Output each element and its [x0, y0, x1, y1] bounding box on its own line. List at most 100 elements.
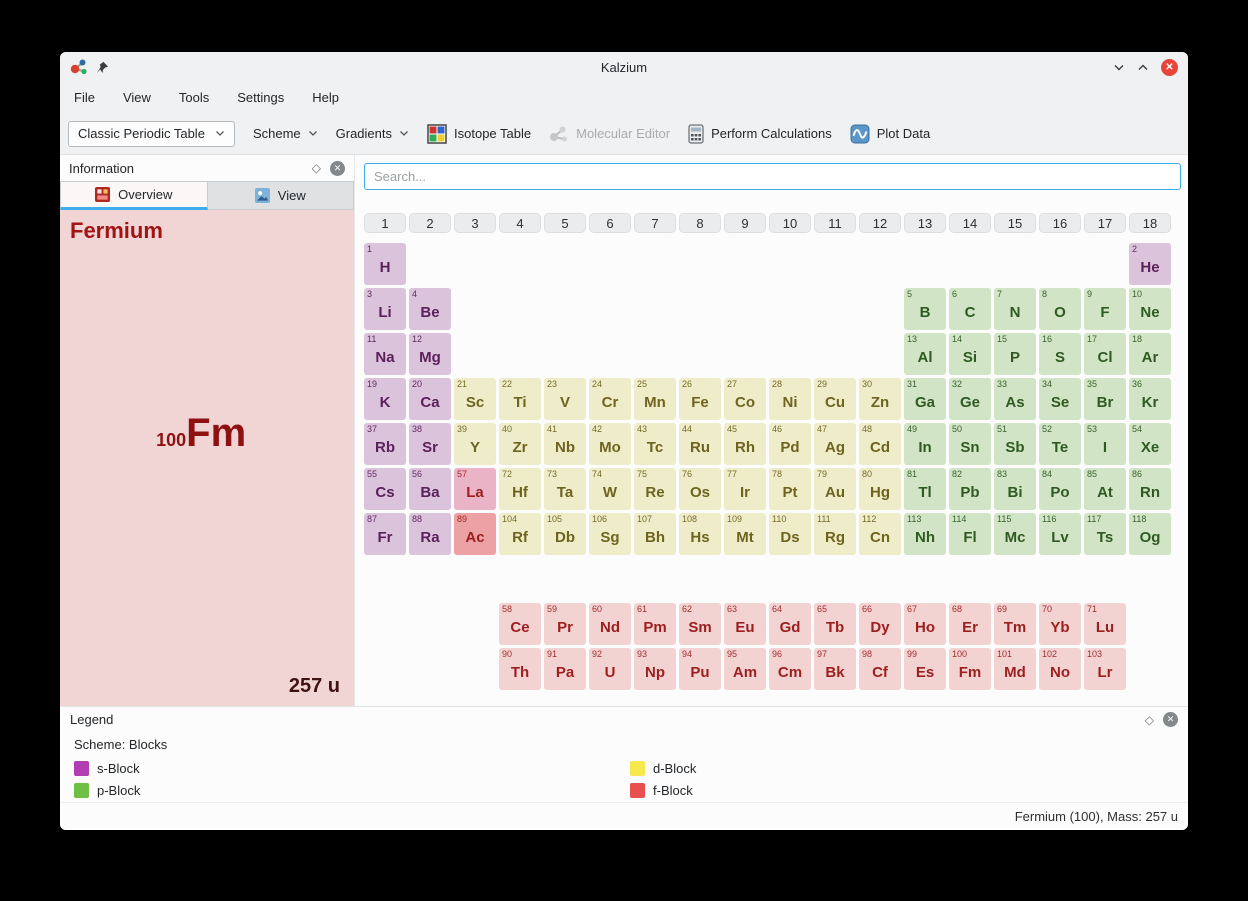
element-No[interactable]: 102No	[1039, 648, 1081, 690]
pin-icon[interactable]	[96, 61, 109, 74]
element-Ru[interactable]: 44Ru	[679, 423, 721, 465]
element-Te[interactable]: 52Te	[1039, 423, 1081, 465]
search-input[interactable]	[364, 163, 1181, 190]
element-As[interactable]: 33As	[994, 378, 1036, 420]
element-Ta[interactable]: 73Ta	[544, 468, 586, 510]
element-Li[interactable]: 3Li	[364, 288, 406, 330]
element-Db[interactable]: 105Db	[544, 513, 586, 555]
element-Np[interactable]: 93Np	[634, 648, 676, 690]
element-Pt[interactable]: 78Pt	[769, 468, 811, 510]
element-Og[interactable]: 118Og	[1129, 513, 1171, 555]
element-Nb[interactable]: 41Nb	[544, 423, 586, 465]
element-Po[interactable]: 84Po	[1039, 468, 1081, 510]
element-S[interactable]: 16S	[1039, 333, 1081, 375]
element-Fm[interactable]: 100Fm	[949, 648, 991, 690]
element-K[interactable]: 19K	[364, 378, 406, 420]
element-La[interactable]: 57La	[454, 468, 496, 510]
element-Co[interactable]: 27Co	[724, 378, 766, 420]
element-Pu[interactable]: 94Pu	[679, 648, 721, 690]
element-Lu[interactable]: 71Lu	[1084, 603, 1126, 645]
group-header-14[interactable]: 14	[949, 213, 991, 233]
element-Ac[interactable]: 89Ac	[454, 513, 496, 555]
element-O[interactable]: 8O	[1039, 288, 1081, 330]
element-Lr[interactable]: 103Lr	[1084, 648, 1126, 690]
element-Tm[interactable]: 69Tm	[994, 603, 1036, 645]
element-C[interactable]: 6C	[949, 288, 991, 330]
element-At[interactable]: 85At	[1084, 468, 1126, 510]
element-Ni[interactable]: 28Ni	[769, 378, 811, 420]
element-Sc[interactable]: 21Sc	[454, 378, 496, 420]
group-header-4[interactable]: 4	[499, 213, 541, 233]
menu-help[interactable]: Help	[312, 90, 339, 105]
element-Rb[interactable]: 37Rb	[364, 423, 406, 465]
element-Rn[interactable]: 86Rn	[1129, 468, 1171, 510]
element-Y[interactable]: 39Y	[454, 423, 496, 465]
element-Na[interactable]: 11Na	[364, 333, 406, 375]
element-Tl[interactable]: 81Tl	[904, 468, 946, 510]
element-Br[interactable]: 35Br	[1084, 378, 1126, 420]
element-Be[interactable]: 4Be	[409, 288, 451, 330]
element-Ca[interactable]: 20Ca	[409, 378, 451, 420]
element-Sm[interactable]: 62Sm	[679, 603, 721, 645]
element-Tc[interactable]: 43Tc	[634, 423, 676, 465]
element-Yb[interactable]: 70Yb	[1039, 603, 1081, 645]
group-header-10[interactable]: 10	[769, 213, 811, 233]
minimize-button[interactable]	[1113, 63, 1125, 72]
element-W[interactable]: 74W	[589, 468, 631, 510]
element-Bh[interactable]: 107Bh	[634, 513, 676, 555]
element-Fr[interactable]: 87Fr	[364, 513, 406, 555]
group-header-5[interactable]: 5	[544, 213, 586, 233]
element-Cs[interactable]: 55Cs	[364, 468, 406, 510]
scheme-button[interactable]: Scheme	[253, 126, 318, 141]
group-header-8[interactable]: 8	[679, 213, 721, 233]
element-N[interactable]: 7N	[994, 288, 1036, 330]
perform-calculations-button[interactable]: Perform Calculations	[688, 124, 832, 144]
element-Cu[interactable]: 29Cu	[814, 378, 856, 420]
group-header-6[interactable]: 6	[589, 213, 631, 233]
element-Mo[interactable]: 42Mo	[589, 423, 631, 465]
element-Ag[interactable]: 47Ag	[814, 423, 856, 465]
element-Eu[interactable]: 63Eu	[724, 603, 766, 645]
element-Re[interactable]: 75Re	[634, 468, 676, 510]
element-Es[interactable]: 99Es	[904, 648, 946, 690]
element-Ce[interactable]: 58Ce	[499, 603, 541, 645]
gradients-button[interactable]: Gradients	[336, 126, 409, 141]
element-Bi[interactable]: 83Bi	[994, 468, 1036, 510]
element-Pd[interactable]: 46Pd	[769, 423, 811, 465]
element-Ds[interactable]: 110Ds	[769, 513, 811, 555]
element-Md[interactable]: 101Md	[994, 648, 1036, 690]
element-Mt[interactable]: 109Mt	[724, 513, 766, 555]
element-Kr[interactable]: 36Kr	[1129, 378, 1171, 420]
element-Mc[interactable]: 115Mc	[994, 513, 1036, 555]
element-Tb[interactable]: 65Tb	[814, 603, 856, 645]
element-Rf[interactable]: 104Rf	[499, 513, 541, 555]
element-Ga[interactable]: 31Ga	[904, 378, 946, 420]
group-header-15[interactable]: 15	[994, 213, 1036, 233]
element-Sg[interactable]: 106Sg	[589, 513, 631, 555]
element-Pm[interactable]: 61Pm	[634, 603, 676, 645]
element-In[interactable]: 49In	[904, 423, 946, 465]
element-Cm[interactable]: 96Cm	[769, 648, 811, 690]
menu-tools[interactable]: Tools	[179, 90, 209, 105]
element-P[interactable]: 15P	[994, 333, 1036, 375]
element-Fl[interactable]: 114Fl	[949, 513, 991, 555]
element-V[interactable]: 23V	[544, 378, 586, 420]
element-Au[interactable]: 79Au	[814, 468, 856, 510]
element-Er[interactable]: 68Er	[949, 603, 991, 645]
element-Th[interactable]: 90Th	[499, 648, 541, 690]
group-header-3[interactable]: 3	[454, 213, 496, 233]
element-Zr[interactable]: 40Zr	[499, 423, 541, 465]
maximize-button[interactable]	[1137, 63, 1149, 72]
element-Cr[interactable]: 24Cr	[589, 378, 631, 420]
group-header-9[interactable]: 9	[724, 213, 766, 233]
group-header-11[interactable]: 11	[814, 213, 856, 233]
plot-data-button[interactable]: Plot Data	[850, 124, 930, 144]
element-Bk[interactable]: 97Bk	[814, 648, 856, 690]
element-Rg[interactable]: 111Rg	[814, 513, 856, 555]
element-Cl[interactable]: 17Cl	[1084, 333, 1126, 375]
element-U[interactable]: 92U	[589, 648, 631, 690]
element-Pr[interactable]: 59Pr	[544, 603, 586, 645]
element-Ir[interactable]: 77Ir	[724, 468, 766, 510]
element-Gd[interactable]: 64Gd	[769, 603, 811, 645]
table-type-select[interactable]: Classic Periodic Table	[68, 121, 235, 147]
